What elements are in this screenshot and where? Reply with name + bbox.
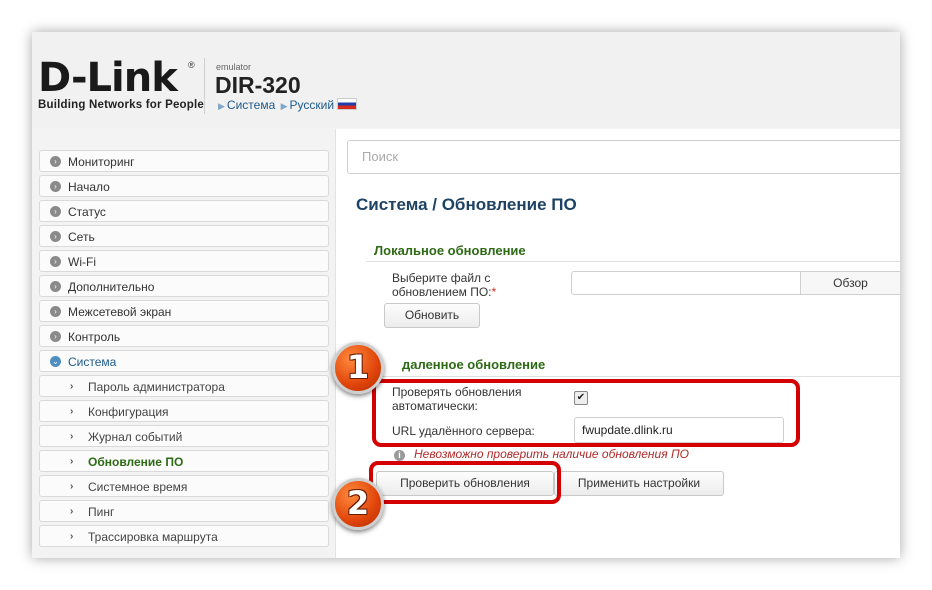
chevron-right-icon: › (50, 181, 61, 192)
required-mark: * (491, 285, 497, 299)
sidebar-item-status[interactable]: › Статус (39, 200, 329, 222)
chevron-right-icon: › (50, 231, 61, 242)
sidebar-item-label: Системное время (88, 480, 188, 494)
language-selector[interactable]: Русский (290, 98, 335, 112)
sidebar-item-label: Контроль (68, 330, 121, 344)
arrow-right-icon: ▶ (280, 101, 288, 111)
section-divider (366, 376, 900, 377)
chevron-right-icon: › (50, 156, 61, 167)
sidebar-item-system[interactable]: ⌄ Система (39, 350, 329, 372)
chevron-down-icon: ⌄ (50, 356, 61, 367)
search-input[interactable]: Поиск (347, 140, 900, 174)
chevron-right-icon: › (50, 306, 61, 317)
chevron-right-icon: › (70, 506, 74, 517)
emulator-label: emulator (216, 62, 252, 72)
local-update-title: Локальное обновление (374, 243, 526, 258)
logo-text: D-Link (38, 55, 178, 101)
sidebar-subitem-configuration[interactable]: › Конфигурация (39, 400, 329, 422)
firmware-file-input[interactable] (571, 271, 801, 295)
sidebar-item-advanced[interactable]: › Дополнительно (39, 275, 329, 297)
chevron-right-icon: › (70, 481, 74, 492)
info-icon: i (394, 450, 405, 461)
update-button[interactable]: Обновить (384, 303, 480, 328)
chevron-right-icon: › (70, 531, 74, 542)
breadcrumb: ▶ Система ▶ Русский (216, 98, 358, 112)
sidebar-item-firewall[interactable]: › Межсетевой экран (39, 300, 329, 322)
screenshot-frame: D-Link ® Building Networks for People em… (32, 32, 900, 558)
sidebar-item-label: Журнал событий (88, 430, 183, 444)
section-divider (366, 261, 900, 262)
chevron-right-icon: › (70, 431, 74, 442)
header: D-Link ® Building Networks for People em… (32, 32, 900, 128)
file-field-label: Выберите файл с обновлением ПО:* (392, 271, 496, 299)
sidebar-item-label: Конфигурация (88, 405, 169, 419)
chevron-right-icon: › (50, 256, 61, 267)
sidebar-item-label: Сеть (68, 230, 95, 244)
chevron-right-icon: › (50, 331, 61, 342)
file-field-label-line1: Выберите файл с (392, 271, 491, 285)
sidebar-subitem-admin-password[interactable]: › Пароль администратора (39, 375, 329, 397)
sidebar-item-label: Трассировка маршрута (88, 530, 218, 544)
sidebar-item-network[interactable]: › Сеть (39, 225, 329, 247)
browse-button[interactable]: Обзор (801, 271, 900, 295)
sidebar-item-label: Wi-Fi (68, 255, 96, 269)
sidebar-item-control[interactable]: › Контроль (39, 325, 329, 347)
chevron-right-icon: › (70, 381, 74, 392)
sidebar-subitem-ping[interactable]: › Пинг (39, 500, 329, 522)
sidebar-item-label: Пароль администратора (88, 380, 225, 394)
sidebar-item-label: Межсетевой экран (68, 305, 172, 319)
remote-update-title: даленное обновление (402, 357, 546, 372)
logo-tagline: Building Networks for People (38, 99, 204, 111)
dlink-logo[interactable]: D-Link ® Building Networks for People (38, 55, 204, 111)
chevron-right-icon: › (70, 456, 74, 467)
step-badge-2: 2 (332, 478, 384, 530)
update-warning: Невозможно проверить наличие обновления … (414, 447, 689, 461)
chevron-right-icon: › (50, 281, 61, 292)
breadcrumb-system[interactable]: Система (227, 98, 275, 112)
sidebar-item-monitoring[interactable]: › Мониторинг (39, 150, 329, 172)
arrow-right-icon: ▶ (218, 101, 225, 111)
sidebar-item-label: Мониторинг (68, 155, 135, 169)
page-title: Система / Обновление ПО (356, 195, 577, 214)
sidebar-item-label: Начало (68, 180, 110, 194)
sidebar-subitem-system-time[interactable]: › Системное время (39, 475, 329, 497)
file-field-label-line2: обновлением ПО: (392, 285, 492, 299)
header-divider (204, 58, 205, 114)
chevron-right-icon: › (50, 206, 61, 217)
russia-flag-icon[interactable] (337, 98, 358, 110)
sidebar-item-label: Дополнительно (68, 280, 155, 294)
highlight-box-1 (372, 379, 800, 447)
chevron-right-icon: › (70, 406, 74, 417)
device-model: DIR-320 (215, 72, 301, 98)
sidebar-item-label: Пинг (88, 505, 115, 519)
sidebar-subitem-firmware-update[interactable]: › Обновление ПО (39, 450, 329, 472)
sidebar-subitem-traceroute[interactable]: › Трассировка маршрута (39, 525, 329, 547)
registered-mark: ® (188, 60, 195, 70)
main-content: Поиск Система / Обновление ПО Локальное … (335, 129, 900, 558)
highlight-box-2 (369, 461, 561, 504)
sidebar-subitem-event-log[interactable]: › Журнал событий (39, 425, 329, 447)
sidebar-item-start[interactable]: › Начало (39, 175, 329, 197)
sidebar-menu: › Мониторинг › Начало › Статус › Сеть › Wi-Fi… (39, 150, 329, 550)
sidebar-item-label: Обновление ПО (88, 455, 184, 469)
sidebar-item-wifi[interactable]: › Wi-Fi (39, 250, 329, 272)
step-badge-1: 1 (332, 342, 384, 394)
apply-settings-button[interactable]: Применить настройки (554, 471, 724, 496)
sidebar-item-label: Статус (68, 205, 106, 219)
sidebar-item-label: Система (68, 355, 117, 369)
